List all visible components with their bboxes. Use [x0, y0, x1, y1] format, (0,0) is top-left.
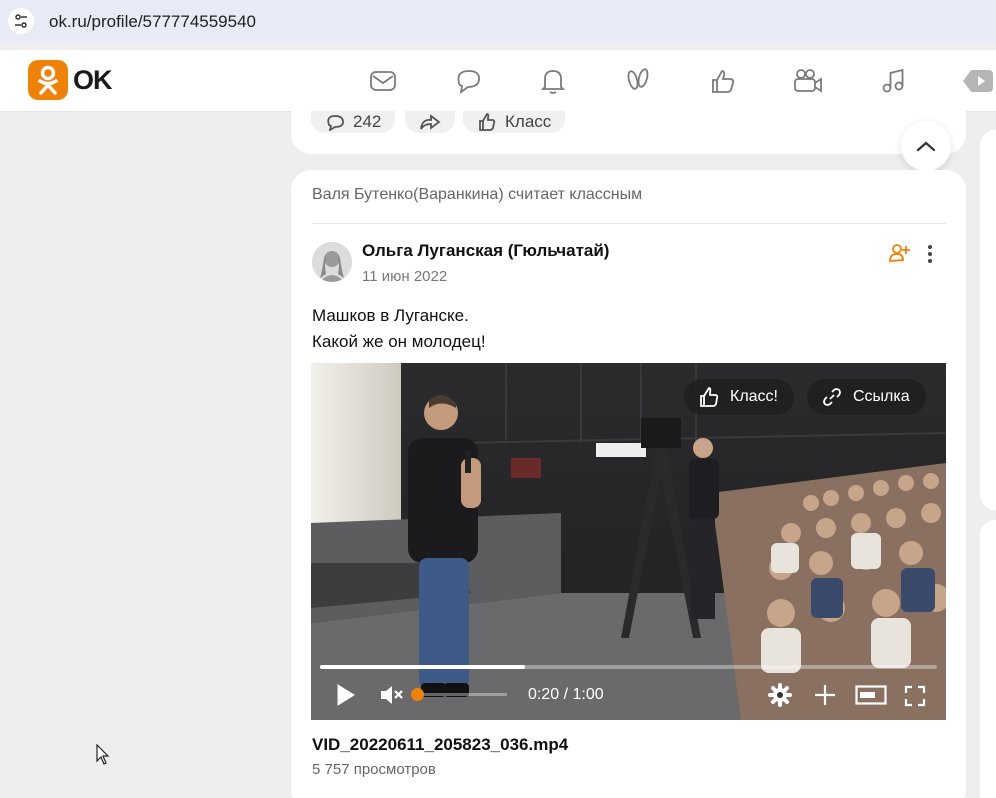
video-progress-bar[interactable] [320, 665, 937, 669]
miniplayer-button[interactable] [855, 685, 887, 710]
fullscreen-icon [904, 685, 926, 707]
add-friend-icon [889, 244, 910, 262]
share-icon [420, 114, 441, 130]
bell-icon[interactable] [510, 64, 595, 98]
view-count: 5 757 просмотров [312, 761, 436, 778]
volume-muted-icon [381, 686, 403, 704]
chevron-up-icon [916, 141, 936, 152]
chat-icon[interactable] [425, 64, 510, 98]
video-class-button[interactable]: Класс! [684, 379, 794, 415]
plus-icon [815, 685, 835, 705]
fullscreen-button[interactable] [904, 685, 926, 712]
liked-by-text[interactable]: Валя Бутенко(Варанкина) считает классным [312, 186, 642, 204]
video-icon[interactable] [935, 64, 996, 98]
site-header: OK [0, 50, 996, 111]
video-player[interactable]: Класс! Ссылка 0:20 / 1:00 [311, 363, 946, 720]
address-field[interactable]: ok.ru/profile/577774559540 [0, 0, 996, 42]
share-button[interactable] [405, 111, 455, 133]
previous-post-footer: 242 Класс [291, 111, 966, 154]
like-icon[interactable] [680, 64, 765, 98]
like-icon [700, 387, 719, 407]
ok-logo[interactable]: OK [28, 60, 112, 100]
class-label: Класс [505, 112, 552, 131]
music-icon[interactable] [850, 64, 935, 98]
browser-address-bar: ok.ru/profile/577774559540 [0, 0, 996, 42]
class-button[interactable]: Класс [463, 111, 566, 133]
header-nav [340, 64, 996, 98]
mouse-cursor-icon [96, 743, 110, 771]
ok-logo-icon [28, 60, 68, 100]
miniplayer-icon [855, 685, 887, 705]
video-class-label: Класс! [730, 388, 778, 405]
video-filename[interactable]: VID_20220611_205823_036.mp4 [312, 735, 568, 755]
scroll-up-button[interactable] [901, 121, 951, 171]
post-date: 11 июн 2022 [362, 268, 448, 285]
url-text[interactable]: ok.ru/profile/577774559540 [49, 12, 256, 32]
comments-count: 242 [353, 112, 382, 131]
volume-slider-knob[interactable] [411, 688, 424, 701]
volume-slider[interactable] [415, 693, 507, 696]
mute-button[interactable] [379, 684, 405, 711]
play-icon [337, 684, 355, 706]
logo-text: OK [73, 64, 112, 95]
avatar[interactable] [312, 242, 352, 282]
right-side-card [980, 130, 996, 510]
right-side-card-2 [980, 520, 996, 798]
link-icon [823, 388, 841, 406]
guests-icon[interactable] [595, 64, 680, 98]
more-options-button[interactable] [925, 244, 935, 264]
add-friend-button[interactable] [889, 243, 911, 268]
video-link-button[interactable]: Ссылка [807, 379, 926, 415]
video-camera-icon[interactable] [765, 64, 850, 98]
post-text-line: Какой же он молодец! [312, 332, 486, 351]
mail-icon[interactable] [340, 64, 425, 98]
add-button[interactable] [813, 683, 837, 712]
divider [312, 223, 946, 224]
play-button[interactable] [336, 683, 356, 712]
post-text-line: Машков в Луганске. [312, 306, 469, 325]
site-settings-icon[interactable] [8, 8, 34, 34]
comments-button[interactable]: 242 [311, 111, 396, 133]
author-name[interactable]: Ольга Луганская (Гюльчатай) [362, 241, 609, 261]
more-vertical-icon [928, 245, 932, 263]
video-link-label: Ссылка [853, 388, 910, 405]
settings-button[interactable] [768, 683, 792, 712]
gear-icon [768, 683, 792, 707]
video-timecode: 0:20 / 1:00 [528, 686, 604, 703]
video-progress-fill [320, 665, 526, 669]
post-card: Валя Бутенко(Варанкина) считает классным… [291, 170, 966, 798]
like-icon [479, 113, 496, 131]
post-text: Машков в Луганске. Какой же он молодец! [312, 303, 486, 355]
comment-icon [327, 115, 344, 131]
